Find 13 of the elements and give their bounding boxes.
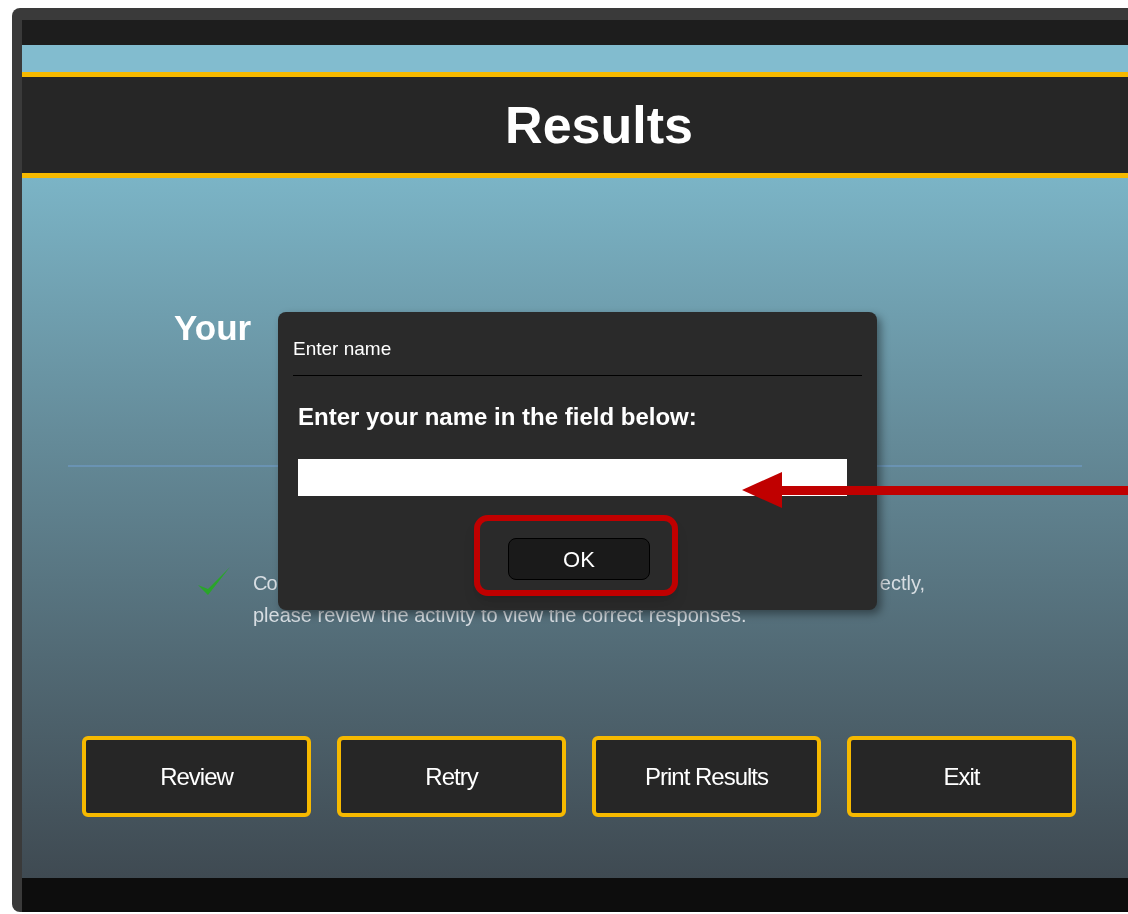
message-text: ectly, bbox=[879, 571, 925, 596]
score-label: Your bbox=[174, 308, 252, 347]
ok-button[interactable]: OK bbox=[508, 538, 650, 580]
action-button[interactable]: Print Results bbox=[592, 736, 821, 817]
dialog-title: Enter name bbox=[293, 337, 393, 361]
arrow-icon bbox=[742, 472, 1128, 510]
name-input-field[interactable] bbox=[298, 459, 847, 496]
action-button[interactable]: Review bbox=[82, 736, 311, 817]
dialog-prompt: Enter your name in the field below: bbox=[298, 402, 698, 432]
message-text: Co bbox=[253, 571, 277, 596]
action-button[interactable]: Retry bbox=[337, 736, 566, 817]
page-title: Results bbox=[504, 95, 693, 156]
action-button[interactable]: Exit bbox=[847, 736, 1076, 817]
